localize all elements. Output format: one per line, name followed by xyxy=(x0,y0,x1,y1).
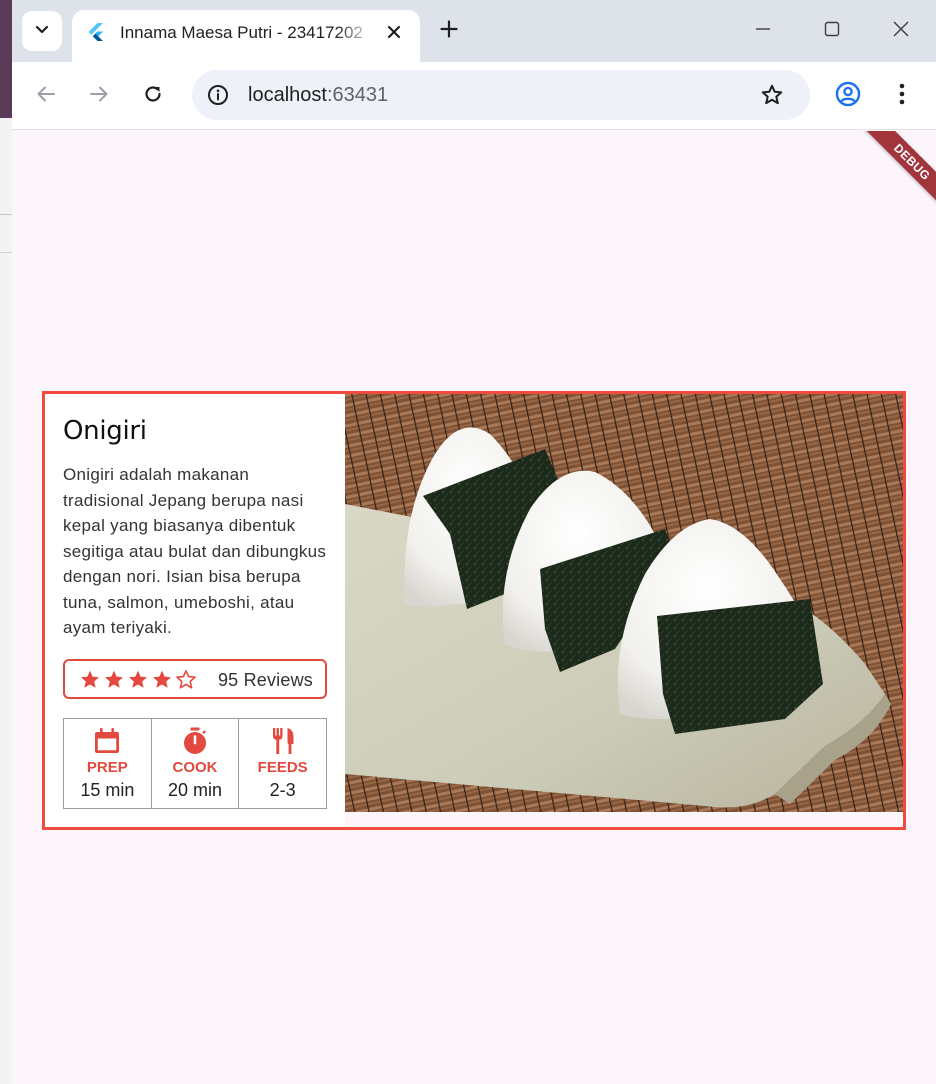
close-icon[interactable] xyxy=(384,22,404,42)
url-host: localhost xyxy=(248,84,327,106)
address-bar[interactable]: localhost:63431 xyxy=(192,70,810,120)
maximize-icon xyxy=(823,20,841,43)
browser-window: Innama Maesa Putri - 23417202 localhost:… xyxy=(12,0,936,1084)
minimize-button[interactable] xyxy=(750,18,776,44)
stat-label: FEEDS xyxy=(257,759,308,776)
profile-button[interactable] xyxy=(834,81,862,112)
flutter-logo-icon xyxy=(86,22,106,42)
minimize-icon xyxy=(754,20,772,43)
recipe-photo xyxy=(345,394,903,812)
desktop-divider xyxy=(0,252,12,253)
maximize-button[interactable] xyxy=(819,18,845,44)
new-tab-button[interactable] xyxy=(438,19,460,43)
account-circle-icon xyxy=(835,81,861,112)
restaurant-icon xyxy=(239,727,326,755)
timer-icon xyxy=(152,727,239,755)
star-filled-icon xyxy=(127,669,149,691)
stat-label: PREP xyxy=(86,759,128,776)
recipe-description: Onigiri adalah makanan tradisional Jepan… xyxy=(63,465,327,637)
recipe-info-panel: Onigiri Onigiri adalah makanan tradision… xyxy=(45,394,345,827)
bookmark-star-icon[interactable] xyxy=(760,83,784,107)
back-button[interactable] xyxy=(32,82,60,110)
chevron-down-icon xyxy=(34,21,50,42)
more-vert-icon xyxy=(899,83,905,110)
stat-value: 2-3 xyxy=(269,780,296,800)
site-info-icon[interactable] xyxy=(206,83,230,107)
tab-search-button[interactable] xyxy=(22,11,62,51)
page-viewport: DEBUG Onigiri Onigiri adalah makanan tra… xyxy=(12,131,936,1084)
arrow-left-icon xyxy=(35,83,57,110)
recipe-card: Onigiri Onigiri adalah makanan tradision… xyxy=(42,391,906,830)
forward-button[interactable] xyxy=(85,82,113,110)
tab-strip: Innama Maesa Putri - 23417202 xyxy=(12,0,936,62)
desktop-divider xyxy=(0,214,12,215)
browser-toolbar: localhost:63431 xyxy=(12,62,936,130)
debug-banner: DEBUG xyxy=(861,131,936,213)
star-outline-icon xyxy=(175,669,197,691)
stat-value: 20 min xyxy=(167,780,223,800)
stat-value: 15 min xyxy=(80,780,135,800)
reload-button[interactable] xyxy=(139,82,167,110)
browser-menu-button[interactable] xyxy=(890,82,914,110)
recipe-title: Onigiri xyxy=(63,416,147,446)
stat-prep: PREP 15 min xyxy=(64,719,152,808)
reviews-count: 95 Reviews xyxy=(217,670,313,690)
stat-feeds: FEEDS 2-3 xyxy=(239,719,326,808)
stat-label: COOK xyxy=(172,759,218,776)
browser-tab-active[interactable]: Innama Maesa Putri - 23417202 xyxy=(72,10,420,62)
star-rating xyxy=(79,669,197,691)
desktop-background xyxy=(0,0,12,1084)
url-port: :63431 xyxy=(326,84,389,106)
url-text: localhost:63431 xyxy=(248,84,388,107)
star-filled-icon xyxy=(79,669,101,691)
recipe-stats: PREP 15 min COOK 20 min FEEDS 2-3 xyxy=(63,718,327,809)
star-filled-icon xyxy=(103,669,125,691)
arrow-right-icon xyxy=(88,83,110,110)
tab-title: Innama Maesa Putri - 23417202 xyxy=(120,23,363,42)
plus-icon xyxy=(440,19,458,43)
calendar-icon xyxy=(64,727,151,755)
rating-box: 95 Reviews xyxy=(63,659,327,699)
close-window-button[interactable] xyxy=(888,18,914,44)
reload-icon xyxy=(142,83,164,110)
stat-cook: COOK 20 min xyxy=(152,719,240,808)
desktop-wallpaper xyxy=(0,0,12,118)
close-icon xyxy=(892,20,910,43)
star-filled-icon xyxy=(151,669,173,691)
